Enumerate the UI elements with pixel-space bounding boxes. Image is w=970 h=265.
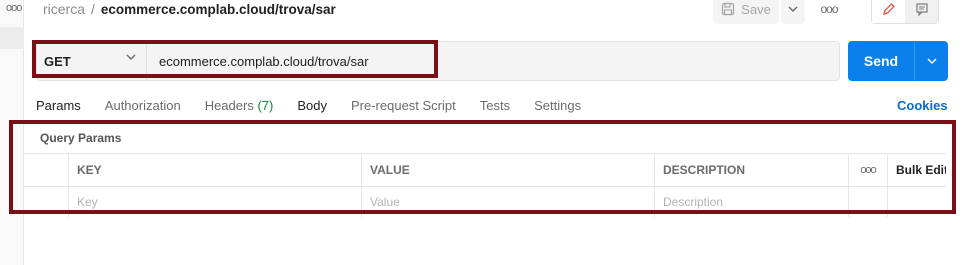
tab-authorization[interactable]: Authorization: [105, 98, 181, 113]
save-label: Save: [741, 1, 771, 17]
save-dropdown-button[interactable]: [781, 0, 805, 24]
tab-body[interactable]: Body: [297, 98, 327, 113]
send-button-group: Send: [848, 41, 948, 81]
comment-icon: [915, 3, 928, 16]
pencil-icon: [882, 3, 895, 15]
headers-count: (7): [257, 98, 274, 113]
more-actions-button[interactable]: ooo: [818, 0, 840, 18]
breadcrumb-parent[interactable]: ricerca: [43, 1, 85, 17]
request-tabs: Params Authorization Headers (7) Body Pr…: [36, 98, 605, 113]
chevron-down-icon: [927, 58, 936, 64]
breadcrumb: ricerca / ecommerce.complab.cloud/trova/…: [43, 1, 336, 17]
tab-tests[interactable]: Tests: [480, 98, 510, 113]
tab-params[interactable]: Params: [36, 98, 81, 113]
chevron-down-icon: [788, 6, 798, 12]
save-button[interactable]: Save: [713, 0, 779, 24]
highlight-params-box: [9, 120, 956, 214]
view-mode-toggle: [871, 0, 939, 24]
sidebar-selected-item[interactable]: [0, 27, 24, 49]
breadcrumb-separator: /: [91, 1, 95, 17]
send-options-button[interactable]: [915, 41, 948, 81]
edit-mode-button[interactable]: [872, 0, 905, 23]
tab-pre-request-script[interactable]: Pre-request Script: [351, 98, 456, 113]
comments-mode-button[interactable]: [905, 0, 938, 23]
breadcrumb-current[interactable]: ecommerce.complab.cloud/trova/sar: [101, 2, 336, 17]
send-button[interactable]: Send: [848, 41, 914, 81]
tab-headers[interactable]: Headers (7): [205, 98, 274, 113]
save-icon: [722, 2, 735, 16]
highlight-url-box: [32, 40, 438, 78]
request-editor: ooo ricerca / ecommerce.complab.cloud/tr…: [0, 0, 970, 265]
tab-headers-label: Headers: [204, 98, 254, 113]
cookies-link[interactable]: Cookies: [897, 98, 948, 113]
tab-settings[interactable]: Settings: [534, 98, 581, 113]
sidebar-more-icon[interactable]: ooo: [6, 2, 22, 14]
